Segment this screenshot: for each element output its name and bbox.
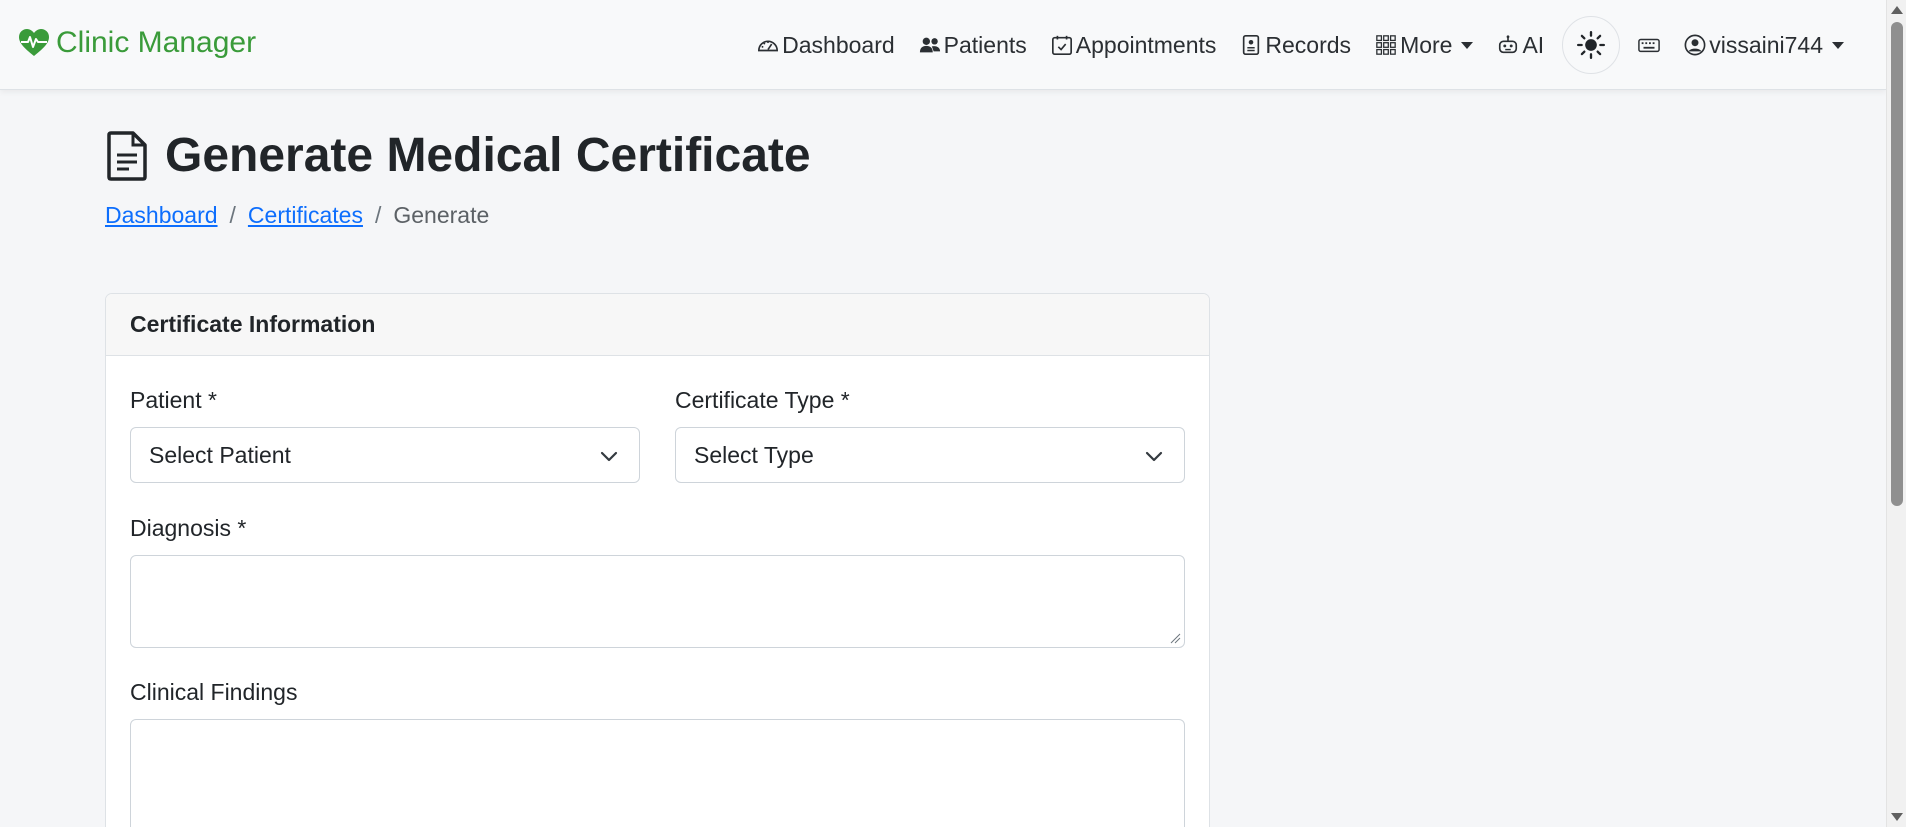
nav-patients-label: Patients: [943, 31, 1027, 58]
nav-more-dropdown[interactable]: More: [1363, 0, 1485, 90]
nav-more-label: More: [1400, 31, 1453, 58]
card-header: Certificate Information: [106, 294, 1209, 356]
scroll-down-arrow-icon[interactable]: [1891, 813, 1903, 821]
people-icon: [919, 37, 940, 53]
patient-select-value: Select Patient: [149, 441, 291, 468]
user-circle-icon: [1684, 34, 1706, 56]
clinical-findings-label: Clinical Findings: [130, 679, 298, 705]
certificate-type-select-value: Select Type: [694, 441, 814, 468]
scrollbar-thumb[interactable]: [1891, 22, 1903, 506]
page-title-text: Generate Medical Certificate: [165, 129, 811, 182]
chevron-down-icon: [600, 451, 618, 462]
nav-appointments[interactable]: Appointments: [1039, 0, 1229, 90]
caret-down-icon: [1461, 41, 1474, 49]
user-name: vissaini744: [1709, 31, 1823, 58]
caret-down-icon: [1832, 41, 1844, 49]
page-title: Generate Medical Certificate: [105, 128, 811, 183]
brand-name: Clinic Manager: [56, 26, 257, 59]
breadcrumb-current: Generate: [393, 202, 490, 228]
nav-dashboard[interactable]: Dashboard: [745, 0, 907, 90]
breadcrumb-separator: /: [229, 202, 236, 228]
nav-ai-label: AI: [1522, 31, 1545, 58]
theme-toggle-button[interactable]: [1562, 16, 1621, 74]
clinical-findings-textarea[interactable]: [130, 719, 1185, 827]
nav-ai[interactable]: AI: [1485, 0, 1556, 90]
breadcrumb: Dashboard / Certificates / Generate: [105, 202, 489, 229]
nav-patients[interactable]: Patients: [907, 0, 1039, 90]
certificate-type-label: Certificate Type *: [675, 387, 850, 413]
scroll-up-arrow-icon[interactable]: [1891, 6, 1903, 14]
patient-select[interactable]: Select Patient: [130, 427, 640, 483]
file-text-icon: [107, 130, 147, 181]
keyboard-icon: [1638, 38, 1661, 53]
top-navbar: Clinic Manager Dashboard Patients Appoin…: [0, 0, 1886, 90]
nav-records[interactable]: Records: [1228, 0, 1363, 90]
patient-label: Patient *: [130, 387, 217, 413]
brand-link[interactable]: Clinic Manager: [18, 26, 256, 60]
calendar-check-icon: [1051, 35, 1072, 55]
certificate-information-card: Certificate Information Patient * Select…: [105, 293, 1210, 827]
page-scrollbar[interactable]: [1886, 0, 1906, 827]
robot-icon: [1499, 35, 1518, 54]
nav-records-label: Records: [1265, 31, 1352, 58]
breadcrumb-certificates-link[interactable]: Certificates: [248, 202, 363, 229]
grid-icon: [1376, 35, 1396, 55]
heart-pulse-icon: [19, 29, 49, 56]
user-menu-dropdown[interactable]: vissaini744: [1672, 0, 1856, 90]
chevron-down-icon: [1145, 451, 1163, 462]
diagnosis-label: Diagnosis *: [130, 515, 247, 541]
breadcrumb-separator: /: [374, 202, 382, 228]
nav-appointments-label: Appointments: [1075, 31, 1217, 58]
certificate-type-select[interactable]: Select Type: [675, 427, 1185, 483]
speedometer-icon: [758, 40, 779, 52]
medical-record-icon: [1243, 35, 1260, 55]
nav-dashboard-label: Dashboard: [782, 31, 895, 58]
resize-grip-icon: [1170, 633, 1181, 644]
sun-icon: [1577, 31, 1606, 59]
breadcrumb-dashboard-link[interactable]: Dashboard: [105, 202, 218, 229]
diagnosis-textarea[interactable]: [130, 555, 1185, 648]
keyboard-shortcuts-button[interactable]: [1626, 0, 1672, 90]
